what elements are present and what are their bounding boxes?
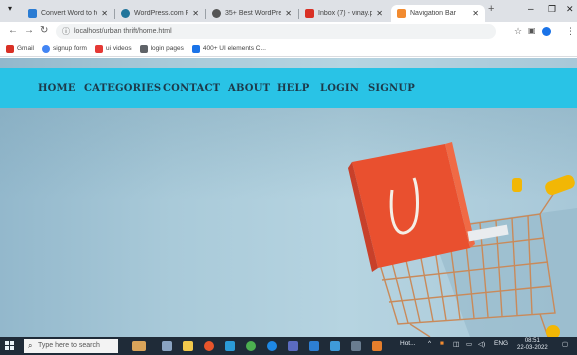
nav-help[interactable]: HELP	[277, 83, 309, 94]
tab-4-title: Inbox (7) - vinay.padei	[318, 10, 373, 17]
nav-about[interactable]: ABOUT	[228, 83, 270, 94]
address-bar[interactable]: ⓘ localhost/urban thrift/home.html	[56, 24, 496, 39]
maximize-icon[interactable]: ❐	[548, 4, 556, 15]
browser-tab-strip: ▾ Convert Word to format ✕ WordPress.com…	[0, 0, 577, 22]
app-icon[interactable]	[288, 341, 298, 351]
globe-favicon-icon	[212, 9, 221, 18]
site-info-icon[interactable]: ⓘ	[62, 24, 70, 39]
bookmark-ui-videos[interactable]: ui videos	[94, 44, 132, 53]
tab-3[interactable]: 35+ Best WordPress Th ✕	[206, 5, 298, 22]
bookmark-label: Gmail	[17, 45, 34, 52]
bookmarks-bar: Gmail signup form ui videos login pages …	[0, 41, 577, 57]
edge-icon[interactable]	[267, 341, 277, 351]
bookmark-star-icon[interactable]: ☆	[514, 26, 522, 37]
tab-1[interactable]: Convert Word to format ✕	[22, 5, 114, 22]
back-arrow-icon[interactable]: ←	[8, 25, 18, 36]
bookmark-login-pages[interactable]: login pages	[139, 44, 184, 53]
tab-5-active[interactable]: Navigation Bar ✕	[391, 5, 485, 22]
volume-icon[interactable]: ◁)	[478, 340, 485, 348]
network-icon[interactable]: ◫	[453, 340, 459, 348]
search-placeholder: Type here to search	[38, 342, 100, 349]
tab-5-title: Navigation Bar	[410, 10, 456, 17]
nav-signup[interactable]: SIGNUP	[368, 83, 415, 94]
weather-text[interactable]: Hot...	[400, 340, 416, 347]
url-text: localhost/urban thrift/home.html	[74, 28, 172, 35]
tray-chevron-icon[interactable]: ^	[428, 340, 431, 347]
nav-login[interactable]: LOGIN	[320, 83, 359, 94]
notifications-icon[interactable]: ▢	[562, 340, 568, 348]
tab-2[interactable]: WordPress.com Pricing ✕	[115, 5, 205, 22]
profile-avatar-icon[interactable]	[542, 27, 551, 36]
windows-start-icon[interactable]	[5, 341, 15, 351]
reload-icon[interactable]: ↻	[40, 25, 48, 36]
page-viewport: HOME CATEGORIES CONTACT ABOUT HELP LOGIN…	[0, 58, 577, 337]
minimize-icon[interactable]: –	[528, 4, 534, 15]
vscode-icon[interactable]	[309, 341, 319, 351]
windows-taskbar: ⌕ Type here to search Hot... ^ ■ ◫ ▭ ◁) …	[0, 337, 577, 355]
youtube-icon	[94, 44, 103, 53]
nav-contact[interactable]: CONTACT	[163, 83, 220, 94]
pen-app-icon[interactable]	[351, 341, 361, 351]
cat-widget-icon[interactable]	[132, 341, 146, 351]
forward-arrow-icon[interactable]: →	[24, 25, 34, 36]
close-icon[interactable]: ✕	[376, 9, 383, 18]
globe-icon	[41, 44, 50, 53]
bookmark-label: signup form	[52, 45, 87, 52]
nav-categories[interactable]: CATEGORIES	[84, 83, 161, 94]
chrome-icon[interactable]	[246, 341, 256, 351]
task-view-icon[interactable]	[162, 341, 172, 351]
tab-4[interactable]: Inbox (7) - vinay.padei ✕	[299, 5, 389, 22]
bookmark-ui-elements[interactable]: 400+ UI elements C...	[191, 44, 266, 53]
gmail-icon	[6, 44, 14, 53]
wordpress-favicon-icon	[121, 9, 130, 18]
tab-search-icon[interactable]: ▾	[8, 4, 12, 13]
close-icon[interactable]: ✕	[472, 9, 479, 18]
bookmark-label: 400+ UI elements C...	[202, 45, 266, 52]
browser-toolbar: ← → ↻ ⓘ localhost/urban thrift/home.html…	[0, 22, 577, 41]
menu-dots-icon[interactable]: ⋮	[566, 26, 575, 37]
bookmark-signup-form[interactable]: signup form	[41, 44, 87, 53]
tray-app-icon[interactable]: ■	[440, 340, 444, 347]
close-icon[interactable]: ✕	[101, 9, 108, 18]
close-icon[interactable]: ✕	[192, 9, 199, 18]
office-icon[interactable]	[204, 341, 214, 351]
gmail-favicon-icon	[305, 9, 314, 18]
bookmark-label: ui videos	[105, 45, 132, 52]
language-indicator[interactable]: ENG	[494, 340, 508, 347]
nav-home[interactable]: HOME	[38, 83, 76, 94]
clock-time: 08:51	[524, 338, 540, 344]
bookmark-gmail[interactable]: Gmail	[6, 44, 34, 53]
bookmark-page-icon	[139, 44, 148, 53]
file-explorer-icon[interactable]	[183, 341, 193, 351]
window-close-icon[interactable]: ✕	[566, 4, 574, 15]
taskbar-search-box[interactable]: ⌕ Type here to search	[24, 339, 118, 353]
tab-1-title: Convert Word to format	[41, 10, 97, 17]
clock[interactable]: 08:51 22-03-2022	[517, 338, 548, 352]
close-icon[interactable]: ✕	[285, 9, 292, 18]
mail-icon[interactable]	[330, 341, 340, 351]
clock-date: 22-03-2022	[517, 345, 548, 351]
search-icon: ⌕	[28, 341, 33, 350]
new-tab-button[interactable]: +	[488, 3, 494, 15]
sublime-icon[interactable]	[372, 341, 382, 351]
site-navbar: HOME CATEGORIES CONTACT ABOUT HELP LOGIN…	[0, 68, 577, 108]
word-favicon-icon	[28, 9, 37, 18]
bookmark-site-icon	[191, 44, 200, 53]
store-icon[interactable]	[225, 341, 235, 351]
tab-3-title: 35+ Best WordPress Th	[225, 10, 282, 17]
side-panel-icon[interactable]: ▣	[528, 26, 536, 35]
bookmark-label: login pages	[150, 45, 184, 52]
tab-2-title: WordPress.com Pricing	[134, 10, 189, 17]
page-favicon-icon	[397, 9, 406, 18]
battery-icon[interactable]: ▭	[466, 340, 472, 348]
